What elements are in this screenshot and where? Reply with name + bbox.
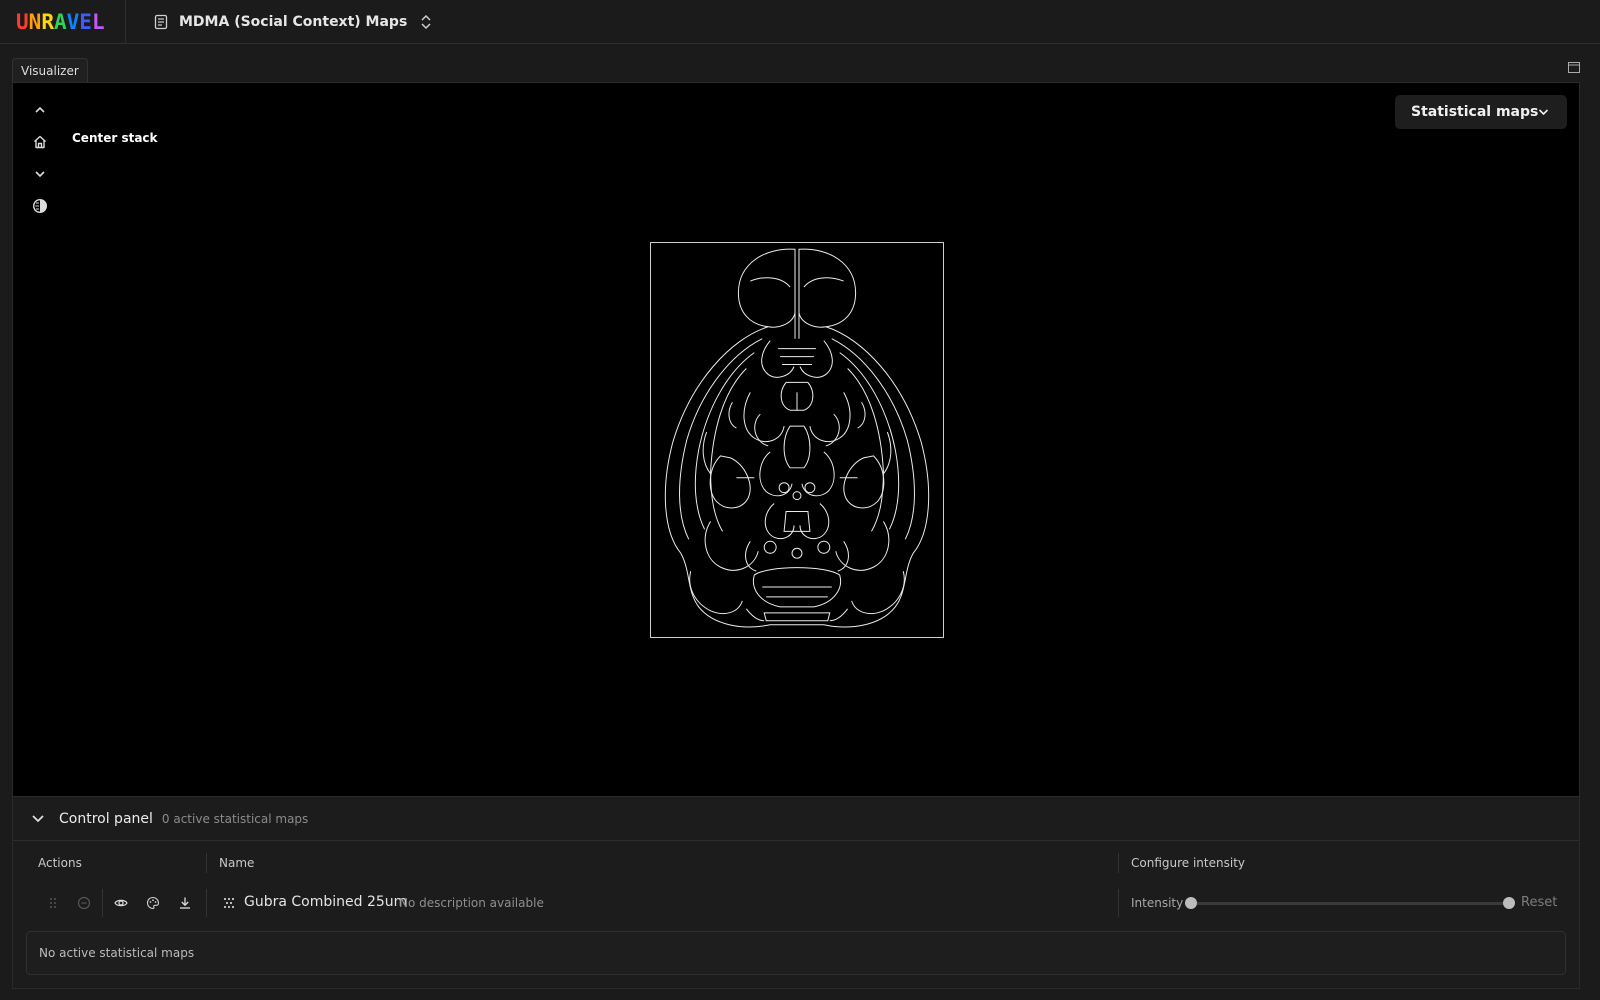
column-divider <box>1118 889 1119 917</box>
stack-down-button[interactable] <box>27 161 53 187</box>
dropdown-label: Statistical maps <box>1411 104 1539 120</box>
brain-atlas-slice[interactable] <box>650 242 944 638</box>
reset-button[interactable]: Reset <box>1521 895 1557 910</box>
control-panel-title: Control panel <box>59 810 153 827</box>
logo-letter: L <box>91 9 105 34</box>
stack-up-button[interactable] <box>27 97 53 123</box>
home-icon <box>34 135 46 149</box>
column-divider <box>206 853 207 873</box>
eye-icon <box>114 899 128 907</box>
contrast-button[interactable] <box>27 193 53 219</box>
brain-outline-image <box>664 248 930 628</box>
grip-icon <box>50 898 56 908</box>
column-divider <box>206 889 207 917</box>
visibility-toggle[interactable] <box>113 895 129 911</box>
scatter-dots-icon <box>223 897 235 909</box>
column-divider <box>1118 853 1119 873</box>
logo-letter: V <box>66 9 80 34</box>
center-stack-button[interactable] <box>27 129 53 155</box>
document-switcher[interactable]: MDMA (Social Context) Maps <box>153 13 433 31</box>
logo-letter: A <box>53 9 67 34</box>
intensity-min-thumb[interactable] <box>1185 897 1197 909</box>
chevron-down-icon <box>35 171 45 178</box>
intensity-slider[interactable] <box>1191 902 1513 905</box>
logo-letter: N <box>28 9 42 34</box>
chevron-up-down-icon <box>421 14 431 29</box>
download-icon <box>180 897 190 909</box>
document-title: MDMA (Social Context) Maps <box>179 13 408 30</box>
chevron-up-icon <box>35 106 45 113</box>
map-name: Gubra Combined 25um <box>244 894 408 910</box>
control-panel: Control panel 0 active statistical maps … <box>12 796 1580 989</box>
center-stack-tooltip: Center stack <box>72 131 158 145</box>
logo-letter: U <box>16 9 29 34</box>
minus-circle-icon <box>77 896 91 910</box>
download-button[interactable] <box>177 895 193 911</box>
colormap-button[interactable] <box>145 895 161 911</box>
intensity-max-thumb[interactable] <box>1503 897 1515 909</box>
contrast-icon <box>32 198 48 214</box>
map-description: No description available <box>399 896 544 910</box>
table-header: Actions Name Configure intensity <box>13 841 1579 883</box>
logo-letter: E <box>79 9 92 34</box>
remove-button[interactable] <box>76 895 92 911</box>
palette-icon <box>146 896 160 910</box>
visualizer-canvas[interactable]: Center stack Statistical maps <box>12 82 1580 796</box>
intensity-label: Intensity <box>1131 896 1184 910</box>
header-configure-intensity: Configure intensity <box>1131 856 1245 870</box>
empty-state-message: No active statistical maps <box>26 931 1566 975</box>
app-logo[interactable]: UNRAVEL <box>0 0 126 44</box>
statistical-maps-dropdown[interactable]: Statistical maps <box>1395 95 1567 129</box>
action-divider <box>102 889 103 917</box>
logo-letter: R <box>41 9 54 34</box>
control-panel-header[interactable]: Control panel 0 active statistical maps <box>13 797 1579 841</box>
document-icon <box>154 14 168 29</box>
header-name: Name <box>219 856 255 870</box>
chevron-down-icon <box>1538 109 1549 116</box>
active-maps-count: 0 active statistical maps <box>161 811 309 826</box>
table-row: Gubra Combined 25um No description avail… <box>13 883 1579 923</box>
map-type-icon <box>221 895 237 911</box>
top-header: UNRAVEL MDMA (Social Context) Maps <box>0 0 1600 44</box>
viewer-toolbar <box>27 97 53 225</box>
chevron-down-icon[interactable] <box>31 814 45 824</box>
tab-visualizer[interactable]: Visualizer <box>12 58 88 82</box>
maximize-icon[interactable] <box>1568 62 1580 73</box>
drag-handle[interactable] <box>45 895 61 911</box>
header-actions: Actions <box>38 856 82 870</box>
